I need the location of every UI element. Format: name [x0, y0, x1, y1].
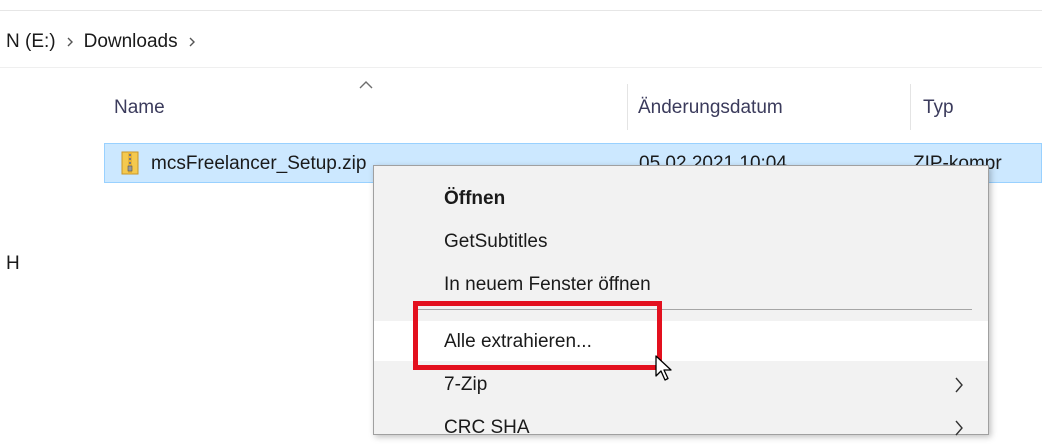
column-header-type[interactable]: Typ: [923, 97, 954, 119]
file-name: mcsFreelancer_Setup.zip: [151, 153, 367, 174]
breadcrumb-item-downloads[interactable]: Downloads: [84, 31, 178, 53]
menu-item-label: GetSubtitles: [444, 231, 548, 252]
menu-item-crc-sha[interactable]: CRC SHA: [374, 407, 988, 447]
annotation-highlight-box: [413, 301, 662, 370]
sort-ascending-icon: [359, 81, 373, 89]
column-header-date[interactable]: Änderungsdatum: [638, 97, 783, 119]
menu-item-open-new-window[interactable]: In neuem Fenster öffnen: [374, 264, 988, 304]
column-divider[interactable]: [627, 84, 628, 130]
zip-folder-icon: [121, 151, 139, 175]
menu-item-label: 7-Zip: [444, 374, 488, 395]
chevron-right-icon[interactable]: [178, 37, 206, 47]
menu-item-7zip[interactable]: 7-Zip: [374, 364, 988, 404]
divider: [0, 67, 1042, 68]
menu-item-label: In neuem Fenster öffnen: [444, 274, 651, 295]
breadcrumb: N (E:) Downloads: [6, 30, 206, 54]
breadcrumb-item-drive[interactable]: N (E:): [6, 31, 56, 53]
context-menu: Öffnen GetSubtitles In neuem Fenster öff…: [373, 165, 989, 438]
menu-item-label: Öffnen: [444, 188, 506, 209]
menu-item-open[interactable]: Öffnen: [374, 178, 988, 218]
menu-item-getsubtitles[interactable]: GetSubtitles: [374, 221, 988, 261]
chevron-right-icon: [955, 377, 963, 393]
nav-pane-label: H: [6, 253, 20, 274]
top-border: [0, 10, 1042, 11]
chevron-right-icon: [955, 420, 963, 436]
menu-item-label: CRC SHA: [444, 417, 530, 438]
chevron-right-icon[interactable]: [56, 37, 84, 47]
column-header-name[interactable]: Name: [114, 97, 165, 119]
mouse-pointer-icon: [655, 355, 672, 381]
column-divider[interactable]: [910, 84, 911, 130]
